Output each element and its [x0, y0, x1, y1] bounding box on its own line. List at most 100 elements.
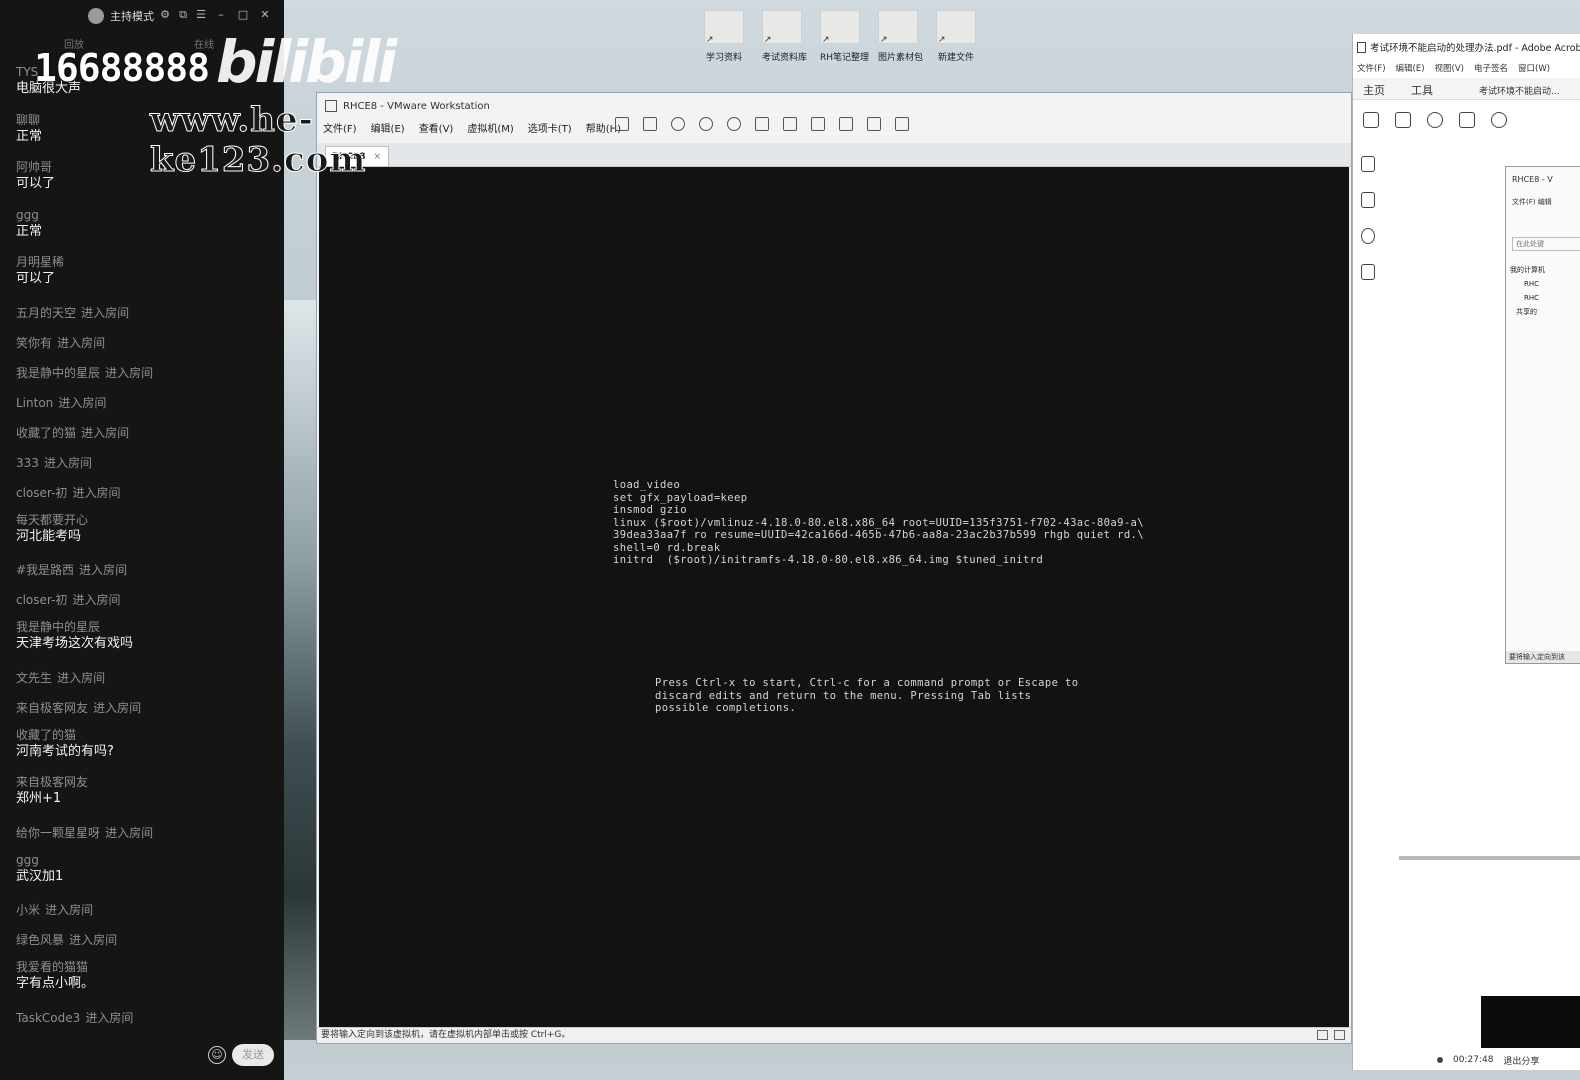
chat-message: 我爱看的猫猫 字有点小啊。: [16, 959, 278, 993]
acrobat-menu-item[interactable]: 电子签名: [1474, 62, 1508, 74]
chat-username[interactable]: 给你一颗星星呀: [16, 826, 100, 840]
chat-username[interactable]: closer-初: [16, 593, 67, 607]
chat-username[interactable]: 收藏了的猫: [16, 727, 278, 743]
vmware-app-icon: [325, 100, 337, 112]
acrobat-menu-item[interactable]: 窗口(W): [1518, 62, 1550, 74]
chat-username[interactable]: 每天都要开心: [16, 512, 278, 528]
chat-message: Linton 进入房间: [16, 392, 278, 411]
menu-item[interactable]: 选项卡(T): [528, 120, 572, 135]
stretch-view-icon[interactable]: [895, 117, 909, 131]
tab-rhce8[interactable]: RHCE8 ×: [325, 146, 389, 166]
chat-username[interactable]: TaskCode3: [16, 1011, 80, 1025]
menu-item[interactable]: 查看(V): [419, 120, 454, 135]
acrobat-menu-item[interactable]: 编辑(E): [1396, 62, 1425, 74]
chat-username[interactable]: 我是静中的星辰: [16, 619, 278, 635]
display-icon[interactable]: [1334, 1030, 1345, 1040]
pdf-page-screenshot: RHCE8 - V 文件(F) 编辑 在此处键 我的计算机 RHC RHC 共享的 要…: [1505, 166, 1580, 664]
search-icon[interactable]: [1491, 112, 1507, 128]
chat-username[interactable]: 五月的天空: [16, 306, 76, 320]
unity-icon[interactable]: [839, 117, 853, 131]
menu-icon[interactable]: ☰: [194, 8, 208, 22]
close-tab-icon[interactable]: ×: [373, 152, 381, 162]
chat-join-notice: 进入房间: [44, 455, 93, 470]
exit-share-button[interactable]: 退出分享: [1503, 1054, 1539, 1067]
acrobat-menu-item[interactable]: 文件(F): [1357, 62, 1386, 74]
tab-document[interactable]: 考试环境不能启动...: [1479, 84, 1560, 97]
tab-tools[interactable]: 工具: [1411, 82, 1433, 98]
acrobat-menu-item[interactable]: 视图(V): [1435, 62, 1464, 74]
chat-username[interactable]: 绿色风暴: [16, 933, 64, 947]
chat-username[interactable]: 聊聊: [16, 112, 278, 128]
attachment-icon[interactable]: [1361, 228, 1375, 244]
recording-icon: [1437, 1057, 1443, 1063]
settings-icon[interactable]: ⚙: [158, 8, 172, 22]
network-icon[interactable]: [1317, 1030, 1328, 1040]
layers-icon[interactable]: [1361, 264, 1375, 280]
maximize-icon[interactable]: □: [236, 8, 250, 22]
share-timer: 00:27:48: [1453, 1055, 1494, 1065]
send-ctrl-alt-del-icon[interactable]: [643, 117, 657, 131]
shortcut-icon: [704, 10, 744, 45]
pause-icon[interactable]: [615, 117, 629, 131]
star-icon[interactable]: [1395, 112, 1411, 128]
popout-icon[interactable]: ⧉: [176, 8, 190, 22]
bookmark-icon[interactable]: [1361, 192, 1375, 208]
fullscreen-icon[interactable]: [811, 117, 825, 131]
snapshot-icon[interactable]: [671, 117, 685, 131]
print-icon[interactable]: [1459, 112, 1475, 128]
emoji-icon[interactable]: ☺: [208, 1046, 226, 1064]
close-icon[interactable]: ✕: [258, 8, 272, 22]
vm-console[interactable]: load_video set gfx_payload=keep insmod gzi…: [319, 167, 1349, 1027]
library-view-icon[interactable]: [755, 117, 769, 131]
chat-username[interactable]: 我是静中的星辰: [16, 366, 100, 380]
mini-tree-item: RHC: [1524, 280, 1540, 288]
chat-username[interactable]: Linton: [16, 396, 53, 410]
snapshot-manager-icon[interactable]: [727, 117, 741, 131]
send-button[interactable]: 发送: [232, 1044, 274, 1066]
chat-username[interactable]: 333: [16, 456, 39, 470]
chat-message: 聊聊 正常: [16, 112, 278, 146]
desktop-shortcut[interactable]: 学习资料: [704, 10, 744, 63]
vmware-statusbar: 要将输入定向到该虚拟机，请在虚拟机内部单击或按 Ctrl+G。: [317, 1027, 1351, 1043]
acrobat-sidebar: [1361, 156, 1375, 280]
desktop-shortcut[interactable]: 考试资料库: [762, 10, 807, 63]
desktop-shortcut[interactable]: RH笔记整理: [820, 10, 869, 63]
desktop-shortcut[interactable]: 新建文件: [936, 10, 976, 63]
minimize-icon[interactable]: –: [214, 8, 228, 22]
chat-username[interactable]: 文先生: [16, 671, 52, 685]
chat-username[interactable]: 收藏了的猫: [16, 426, 76, 440]
revert-snapshot-icon[interactable]: [699, 117, 713, 131]
chat-message: 五月的天空 进入房间: [16, 302, 278, 321]
chat-username[interactable]: 来自极客网友: [16, 701, 88, 715]
thumbnail-view-icon[interactable]: [783, 117, 797, 131]
chat-username[interactable]: TYS: [16, 64, 278, 80]
chat-username[interactable]: 我爱看的猫猫: [16, 959, 278, 975]
upload-icon[interactable]: [1427, 112, 1443, 128]
desktop-shortcut[interactable]: 图片素材包: [878, 10, 923, 63]
save-icon[interactable]: [1363, 112, 1379, 128]
tab-home[interactable]: 主页: [1363, 82, 1385, 98]
chat-username[interactable]: 月明星稀: [16, 254, 278, 270]
console-view-icon[interactable]: [867, 117, 881, 131]
chat-username[interactable]: 阿帅哥: [16, 159, 278, 175]
chat-text: 河南考试的有吗?: [16, 743, 114, 759]
vmware-title: RHCE8 - VMware Workstation: [343, 100, 490, 112]
chat-username[interactable]: ggg: [16, 207, 278, 223]
chat-username[interactable]: 来自极客网友: [16, 774, 278, 790]
chat-message: closer-初 进入房间: [16, 482, 278, 501]
host-mode-toggle[interactable]: 主持模式: [88, 8, 154, 24]
menu-item[interactable]: 编辑(E): [371, 120, 405, 135]
chat-text: 正常: [16, 223, 43, 239]
chat-username[interactable]: 小米: [16, 903, 40, 917]
chat-message: TaskCode3 进入房间: [16, 1007, 278, 1026]
chat-username[interactable]: closer-初: [16, 486, 67, 500]
chat-username[interactable]: #我是路西: [16, 563, 74, 577]
grub-help-line: discard edits and return to the menu. Pr…: [655, 689, 1032, 702]
wallpaper-trees: [284, 300, 320, 1040]
chat-username[interactable]: 笑你有: [16, 336, 52, 350]
menu-item[interactable]: 虚拟机(M): [467, 120, 513, 135]
menu-item[interactable]: 文件(F): [323, 120, 357, 135]
pages-icon[interactable]: [1361, 156, 1375, 172]
chat-username[interactable]: ggg: [16, 852, 278, 868]
grub-line: 39dea33aa7f ro resume=UUID=42ca166d-465b…: [613, 529, 1145, 541]
